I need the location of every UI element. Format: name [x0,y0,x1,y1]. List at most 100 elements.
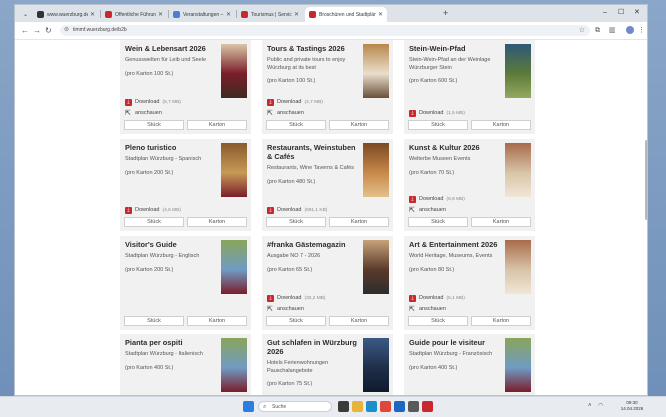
order-box-button[interactable]: Karton [329,217,389,227]
chevron-up-icon[interactable]: ˄ [588,401,592,412]
download-link[interactable]: ⤓ Download (4,7 MB) [267,99,323,106]
order-piece-button[interactable]: Stück [266,316,326,326]
brochure-card: Pleno turistico Stadtplan Würzburg - Span… [120,139,251,231]
system-clock[interactable]: 09:30 14.04.2026 [612,400,652,412]
brochure-card: Kunst & Kultur 2026 Welterbe Museen Event… [404,139,535,231]
forward-arrow-icon[interactable]: → [33,25,41,36]
brochure-cover-image[interactable] [363,143,389,197]
order-piece-button[interactable]: Stück [266,217,326,227]
menu-kebab-icon[interactable]: ⋮ [638,25,645,36]
brochure-pack-size: (pro Karton 400 St.) [409,364,458,371]
view-link[interactable]: ⇱ anschauen [409,306,446,313]
task-view-icon[interactable] [338,401,349,412]
taskbar-search[interactable]: ⌕ Suche [258,401,332,412]
brochure-cover-image[interactable] [221,240,247,294]
order-box-button[interactable]: Karton [187,217,247,227]
order-box-button[interactable]: Karton [187,120,247,130]
download-link[interactable]: ⤓ Download (6,6 MB) [409,196,465,203]
order-piece-button[interactable]: Stück [124,120,184,130]
new-tab-button[interactable]: + [443,7,448,20]
order-box-button[interactable]: Karton [471,217,531,227]
profile-avatar[interactable] [626,26,634,34]
tab-1[interactable]: www.wuerzburg.de - Content✕ [33,7,99,22]
order-piece-button[interactable]: Stück [124,217,184,227]
brochure-cover-image[interactable] [363,338,389,392]
chrome-icon[interactable] [380,401,391,412]
pdf-icon: ⤓ [125,99,132,106]
brochure-cover-image[interactable] [221,338,247,392]
tab-favicon-icon [173,11,180,18]
brochure-cover-image[interactable] [221,44,247,98]
brochure-cover-image[interactable] [363,240,389,294]
tab-close-icon[interactable]: ✕ [226,11,231,18]
order-box-button[interactable]: Karton [471,120,531,130]
tab-favicon-icon [309,11,316,18]
settings-icon[interactable] [408,401,419,412]
view-link[interactable]: ⇱ anschauen [125,110,162,117]
view-link[interactable]: ⇱ anschauen [267,306,304,313]
sidepanel-icon[interactable]: ▥ [609,25,616,36]
outlook-icon[interactable] [394,401,405,412]
order-piece-button[interactable]: Stück [408,120,468,130]
download-link[interactable]: ⤓ Download (4,6 MB) [125,207,181,214]
download-link-label: Download [277,99,302,105]
brochure-title: Tours & Tastings 2026 [267,44,345,53]
tab-4[interactable]: Tourismus | Service | Broschüre✕ [237,7,303,22]
back-arrow-icon[interactable]: ← [21,25,29,36]
download-link[interactable]: ⤓ Download (691,1 KB) [267,207,327,214]
order-piece-button[interactable]: Stück [408,316,468,326]
order-piece-button[interactable]: Stück [124,316,184,326]
bookmark-star-icon[interactable]: ☆ [579,25,585,36]
tab-close-icon[interactable]: ✕ [90,11,95,18]
address-url[interactable]: timmf.wuerzburg.de/b2b [73,25,127,36]
brochure-cover-image[interactable] [505,338,531,392]
file-size: (32,2 MB) [304,296,326,301]
brochure-cover-image[interactable] [505,44,531,98]
order-piece-button[interactable]: Stück [408,217,468,227]
tab-close-icon[interactable]: ✕ [378,11,383,18]
tab-2[interactable]: Öffentliche Führungen – Öffentl✕ [101,7,167,22]
brochure-cover-image[interactable] [505,240,531,294]
view-link-label: anschauen [277,110,304,116]
brochure-title: Gut schlafen in Würzburg 2026 [267,338,357,356]
order-box-button[interactable]: Karton [471,316,531,326]
extensions-icon[interactable]: ⧉ [595,25,600,36]
address-bar[interactable]: ⊜ timmf.wuerzburg.de/b2b ☆ [60,25,590,36]
external-link-icon: ⇱ [125,110,131,117]
order-box-button[interactable]: Karton [329,316,389,326]
close-window-button[interactable]: ✕ [634,7,640,19]
download-link[interactable]: ⤓ Download (5,7 MB) [125,99,181,106]
download-link[interactable]: ⤓ Download (1,5 MB) [409,110,465,117]
tab-5[interactable]: Broschüren und Stadtpläne ✕ [305,7,387,22]
network-icon[interactable]: ◠ [598,401,603,412]
brochure-cover-image[interactable] [363,44,389,98]
order-piece-button[interactable]: Stück [266,120,326,130]
file-explorer-icon[interactable] [352,401,363,412]
scrollbar-thumb[interactable] [645,140,647,220]
edge-icon[interactable] [366,401,377,412]
view-link[interactable]: ⇱ anschauen [409,207,446,214]
windows-start-icon[interactable] [243,401,254,412]
brochure-subtitle: Public and private tours to enjoy Würzbu… [267,57,346,71]
tab-close-icon[interactable]: ✕ [158,11,163,18]
file-size: (1,5 MB) [446,111,465,116]
brochure-cover-image[interactable] [221,143,247,197]
brochure-subtitle: Stein-Wein-Pfad an der Weinlage Würzburg… [409,57,491,71]
minimize-button[interactable]: – [603,7,607,19]
download-link[interactable]: ⤓ Download (32,2 MB) [267,295,326,302]
tab-menu-button[interactable]: ⌄ [19,7,31,22]
order-box-button[interactable]: Karton [187,316,247,326]
reload-icon[interactable]: ↻ [45,25,52,36]
tab-close-icon[interactable]: ✕ [294,11,299,18]
maximize-button[interactable]: ☐ [618,7,624,19]
brochure-cover-image[interactable] [505,143,531,197]
order-box-button[interactable]: Karton [329,120,389,130]
browser-window: ⌄ www.wuerzburg.de - Content✕Öffentliche… [14,4,648,396]
download-link[interactable]: ⤓ Download (5,1 MB) [409,295,465,302]
site-info-icon[interactable]: ⊜ [64,25,69,36]
view-link-label: anschauen [135,110,162,116]
tab-3[interactable]: Veranstaltungen – Google Suche✕ [169,7,235,22]
pdf-icon: ⤓ [409,196,416,203]
view-link[interactable]: ⇱ anschauen [267,110,304,117]
acrobat-icon[interactable] [422,401,433,412]
